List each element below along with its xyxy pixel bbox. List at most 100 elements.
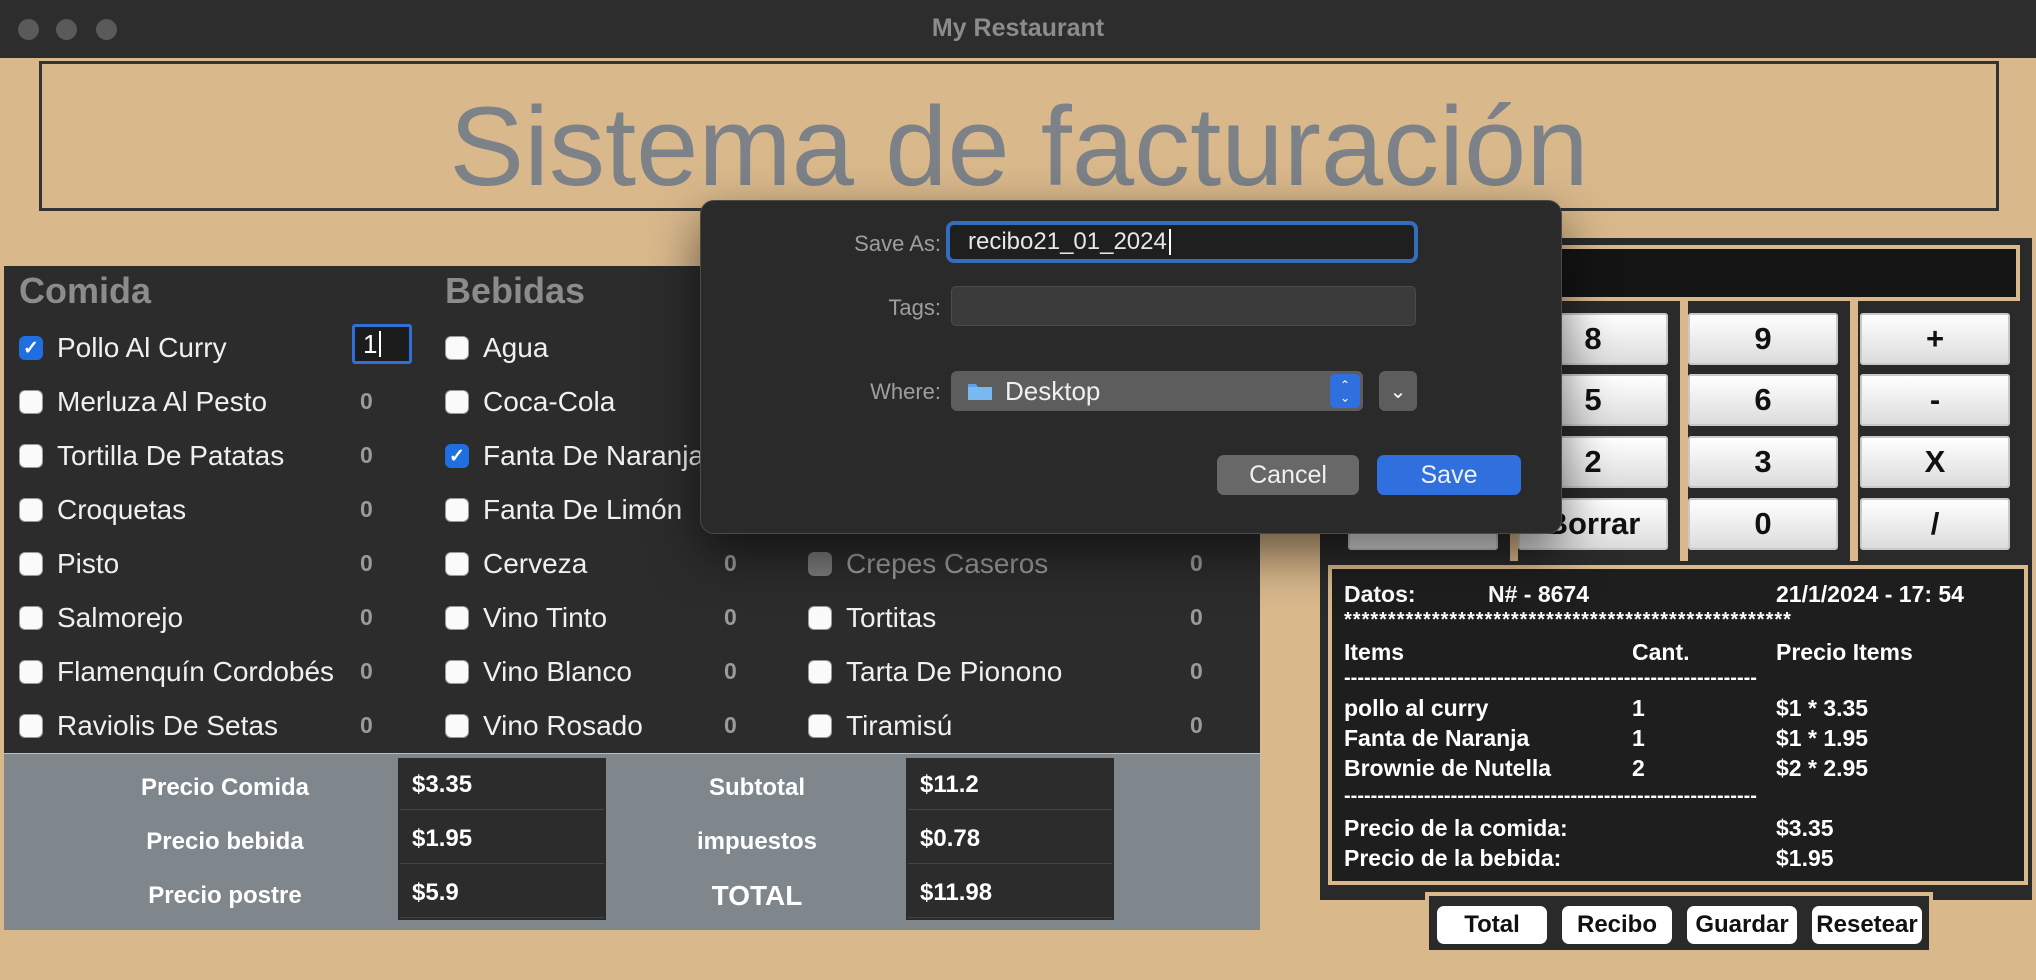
qty-input[interactable]: 0	[716, 597, 776, 637]
qty-input[interactable]: 0	[1182, 543, 1242, 583]
checkbox[interactable]	[445, 606, 469, 630]
save-as-input[interactable]: recibo21_01_2024	[946, 221, 1418, 263]
bebida-item[interactable]: Vino Tinto	[445, 599, 607, 637]
checkbox[interactable]	[445, 660, 469, 684]
qty-input[interactable]: 0	[352, 651, 412, 691]
bebida-item[interactable]: Cerveza	[445, 545, 587, 583]
calc-key-3[interactable]: 3	[1688, 436, 1838, 488]
subtotal-label: Subtotal	[709, 774, 805, 801]
where-select[interactable]: Desktop ⌃ ⌃	[951, 371, 1363, 411]
comida-item[interactable]: Flamenquín Cordobés	[19, 653, 334, 691]
qty-input[interactable]: 0	[352, 597, 412, 637]
receipt-divider: ----------------------------------------…	[1344, 667, 1757, 689]
receipt-col-items: Items	[1344, 639, 1405, 665]
checkbox[interactable]: ✓	[445, 444, 469, 468]
precio-bebida-label: Precio bebida	[146, 828, 304, 855]
precio-bebida-value: $1.95	[400, 814, 604, 864]
comida-item[interactable]: Pisto	[19, 545, 119, 583]
bebida-item[interactable]: Fanta De Limón	[445, 491, 682, 529]
bebida-item[interactable]: Vino Rosado	[445, 707, 643, 745]
chevron-down-icon[interactable]: ⌄	[1379, 371, 1417, 411]
tags-input[interactable]	[951, 286, 1416, 326]
comida-item[interactable]: Raviolis De Setas	[19, 707, 278, 745]
receipt-line-cant: 1	[1632, 725, 1645, 751]
bebida-item[interactable]: ✓ Fanta De Naranja	[445, 437, 704, 475]
postre-item[interactable]: Tiramisú	[808, 707, 952, 745]
postre-item: Crepes Caseros	[808, 545, 1048, 583]
comida-item[interactable]: ✓ Pollo Al Curry	[19, 329, 227, 367]
checkbox[interactable]	[445, 552, 469, 576]
receipt-line-item: Fanta de Naranja	[1344, 725, 1530, 751]
calc-key-6[interactable]: 6	[1688, 374, 1838, 426]
cancel-button[interactable]: Cancel	[1217, 455, 1359, 495]
item-label: Flamenquín Cordobés	[57, 656, 335, 687]
total-value: $11.98	[908, 868, 1112, 918]
qty-input[interactable]: 0	[716, 651, 776, 691]
comida-item[interactable]: Salmorejo	[19, 599, 183, 637]
item-label: Tortilla De Patatas	[57, 440, 285, 471]
comida-item[interactable]: Merluza Al Pesto	[19, 383, 267, 421]
receipt-divider: ----------------------------------------…	[1344, 785, 1757, 807]
checkbox[interactable]	[19, 714, 43, 738]
receipt-datos-label: Datos:	[1344, 581, 1416, 607]
checkbox[interactable]	[19, 444, 43, 468]
checkbox[interactable]: ✓	[19, 336, 43, 360]
receipt-col-cant: Cant.	[1632, 639, 1690, 665]
qty-input[interactable]: 0	[352, 435, 412, 475]
item-label: Coca-Cola	[483, 386, 616, 417]
checkbox[interactable]	[808, 606, 832, 630]
qty-input-active[interactable]: 1	[352, 324, 412, 364]
calc-key-multiply[interactable]: X	[1860, 436, 2010, 488]
qty-input[interactable]: 0	[1182, 651, 1242, 691]
calc-key-minus[interactable]: -	[1860, 374, 2010, 426]
postre-item[interactable]: Tortitas	[808, 599, 936, 637]
checkbox[interactable]	[445, 714, 469, 738]
impuestos-label: impuestos	[696, 828, 818, 855]
item-label: Raviolis De Setas	[57, 710, 278, 741]
guardar-button[interactable]: Guardar	[1687, 906, 1797, 944]
item-label: Vino Blanco	[483, 656, 632, 687]
bebida-item[interactable]: Agua	[445, 329, 548, 367]
precio-comida-value: $3.35	[400, 760, 604, 810]
calc-key-9[interactable]: 9	[1688, 313, 1838, 365]
checkbox[interactable]	[19, 498, 43, 522]
checkbox[interactable]	[19, 390, 43, 414]
checkbox[interactable]	[445, 498, 469, 522]
checkbox[interactable]	[445, 390, 469, 414]
calc-key-plus[interactable]: +	[1860, 313, 2010, 365]
postre-item[interactable]: Tarta De Pionono	[808, 653, 1062, 691]
total-button[interactable]: Total	[1437, 906, 1547, 944]
receipt-separator: ****************************************…	[1344, 609, 1792, 631]
receipt-precio-bebida-label: Precio de la bebida:	[1344, 845, 1562, 871]
checkbox[interactable]	[19, 606, 43, 630]
checkbox[interactable]	[19, 552, 43, 576]
qty-input[interactable]: 0	[716, 543, 776, 583]
item-label: Tortitas	[846, 602, 937, 633]
item-label: Tiramisú	[846, 710, 953, 741]
save-button[interactable]: Save	[1377, 455, 1521, 495]
calc-key-0[interactable]: 0	[1688, 498, 1838, 550]
qty-input[interactable]: 0	[716, 705, 776, 745]
resetear-button[interactable]: Resetear	[1812, 906, 1922, 944]
checkbox[interactable]	[808, 714, 832, 738]
comida-item[interactable]: Croquetas	[19, 491, 186, 529]
qty-input[interactable]: 0	[1182, 705, 1242, 745]
calc-key-divide[interactable]: /	[1860, 498, 2010, 550]
recibo-button[interactable]: Recibo	[1562, 906, 1672, 944]
checkbox[interactable]	[19, 660, 43, 684]
folder-icon	[968, 384, 992, 400]
qty-input[interactable]: 0	[352, 381, 412, 421]
qty-input[interactable]: 0	[352, 705, 412, 745]
header-banner: Sistema de facturación	[39, 61, 1999, 211]
page-title: Sistema de facturación	[449, 84, 1589, 209]
comida-item[interactable]: Tortilla De Patatas	[19, 437, 284, 475]
receipt-precio-bebida: $1.95	[1776, 845, 1834, 871]
qty-input[interactable]: 0	[352, 543, 412, 583]
checkbox[interactable]	[808, 660, 832, 684]
bebida-item[interactable]: Coca-Cola	[445, 383, 615, 421]
updown-chevron-icon: ⌃ ⌃	[1330, 374, 1360, 408]
bebida-item[interactable]: Vino Blanco	[445, 653, 632, 691]
qty-input[interactable]: 0	[352, 489, 412, 529]
checkbox[interactable]	[445, 336, 469, 360]
qty-input[interactable]: 0	[1182, 597, 1242, 637]
